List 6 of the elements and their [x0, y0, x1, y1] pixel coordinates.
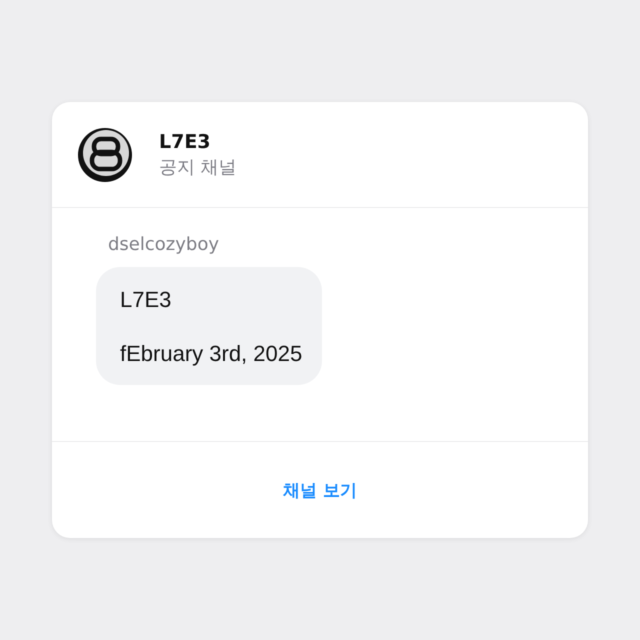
sender-name: dselcozyboy	[108, 234, 219, 255]
view-channel-link[interactable]: 채널 보기	[283, 478, 357, 502]
logo-icon	[77, 126, 133, 182]
channel-subtitle: 공지 채널	[159, 156, 237, 178]
channel-name: L7E3	[159, 130, 212, 152]
message-bubble: L7E3 fEbruary 3rd, 2025	[96, 267, 322, 385]
